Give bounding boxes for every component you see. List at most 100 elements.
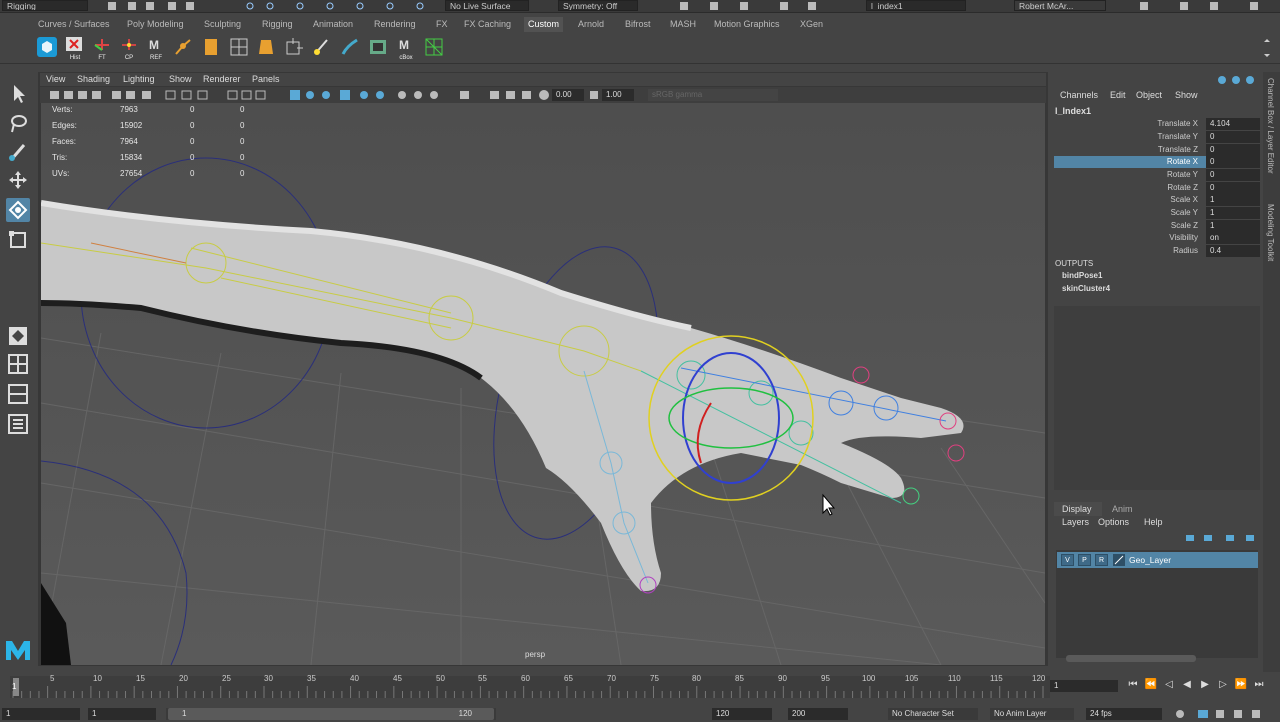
shelf-tab[interactable]: FX <box>436 17 448 32</box>
options-menu[interactable]: Options <box>1098 517 1129 527</box>
channel-box-toggle-icons[interactable] <box>1214 74 1260 86</box>
two-pane-layout-icon[interactable] <box>6 382 30 406</box>
gamma-icon[interactable] <box>588 89 600 101</box>
step-back-key-icon[interactable]: ⏪ <box>1144 678 1158 692</box>
shelf-tab[interactable]: Sculpting <box>204 17 241 32</box>
render-icons[interactable] <box>670 1 830 11</box>
workspace-icons[interactable] <box>1130 1 1270 11</box>
four-pane-layout-icon[interactable] <box>6 352 30 376</box>
attr-radius[interactable]: Radius 0.4 <box>1054 245 1260 257</box>
layer-color-swatch-icon[interactable] <box>1113 554 1125 566</box>
exposure-field[interactable]: 0.00 <box>552 89 584 101</box>
shelf-tab[interactable]: XGen <box>800 17 823 32</box>
shelf-tab[interactable]: FX Caching <box>464 17 511 32</box>
range-slider-handle[interactable]: 1 120 <box>168 708 494 720</box>
viewport-toolbar-icons[interactable] <box>46 89 536 101</box>
attr-scale-y[interactable]: Scale Y1 <box>1054 207 1260 219</box>
playback-start-field[interactable]: 1 <box>88 708 156 720</box>
animation-end-field[interactable]: 200 <box>788 708 848 720</box>
object-name[interactable]: l_Index1 <box>1055 106 1091 116</box>
move-tool-icon[interactable] <box>6 168 30 192</box>
tab-display[interactable]: Display <box>1054 502 1102 516</box>
anim-layer-dropdown[interactable]: No Anim Layer <box>990 708 1074 720</box>
viewport-3d[interactable] <box>41 103 1045 665</box>
scale-tool-icon[interactable] <box>6 228 30 252</box>
menu-set-dropdown[interactable]: Rigging <box>2 0 88 11</box>
object-name-field[interactable]: l_index1 <box>866 0 966 11</box>
help-menu[interactable]: Help <box>1144 517 1163 527</box>
outliner-layout-icon[interactable] <box>6 412 30 436</box>
shelf-tab[interactable]: Rigging <box>262 17 293 32</box>
attr-rotate-y[interactable]: Rotate Y0 <box>1054 169 1260 181</box>
layer-playback-toggle[interactable]: P <box>1078 554 1091 566</box>
shelf-tab[interactable]: Rendering <box>374 17 416 32</box>
reference-icon[interactable]: M REF <box>145 36 167 61</box>
layer-list-scrollbar[interactable] <box>1066 655 1196 662</box>
hypershade-icon[interactable] <box>367 36 389 58</box>
ik-handle-icon[interactable] <box>283 36 305 58</box>
live-surface-field[interactable]: No Live Surface <box>445 0 529 11</box>
playback-options-icons[interactable] <box>1170 708 1270 720</box>
current-frame-field[interactable]: 1 <box>1050 680 1118 692</box>
attr-visibility[interactable]: Visibility on <box>1054 232 1260 244</box>
freeze-transform-icon[interactable]: FT <box>91 36 113 61</box>
delete-history-icon[interactable]: Hist <box>64 36 86 61</box>
character-set-dropdown[interactable]: No Character Set <box>888 708 978 720</box>
layer-reference-toggle[interactable]: R <box>1095 554 1108 566</box>
shelf-tab[interactable]: Bifrost <box>625 17 651 32</box>
brush-icon[interactable] <box>339 36 361 58</box>
shelf-tab[interactable]: Animation <box>313 17 353 32</box>
viewport-menu-panels[interactable]: Panels <box>252 73 280 86</box>
time-slider-track[interactable] <box>10 676 1050 698</box>
go-to-start-icon[interactable]: ⏮ <box>1126 678 1140 692</box>
maya-cube-icon[interactable] <box>36 36 58 58</box>
layers-menu[interactable]: Layers <box>1062 517 1089 527</box>
layer-name[interactable]: Geo_Layer <box>1129 552 1171 568</box>
attr-scale-z[interactable]: Scale Z1 <box>1054 220 1260 232</box>
viewport-menu-show[interactable]: Show <box>169 73 192 86</box>
attr-translate-z[interactable]: Translate Z0 <box>1054 144 1260 156</box>
selection-mask-icons[interactable] <box>240 1 440 11</box>
viewport-menu-shading[interactable]: Shading <box>77 73 110 86</box>
paint-weights-icon[interactable] <box>311 36 333 58</box>
shelf-options-icon[interactable] <box>1262 39 1272 57</box>
orient-joint-icon[interactable] <box>200 36 222 58</box>
shelf-tab[interactable]: Curves / Surfaces <box>38 17 110 32</box>
uv-editor-icon[interactable] <box>423 36 445 58</box>
symmetry-dropdown[interactable]: Symmetry: Off <box>558 0 638 11</box>
animation-start-field[interactable]: 1 <box>2 708 80 720</box>
paint-select-icon[interactable] <box>6 140 30 164</box>
output-node[interactable]: bindPose1 <box>1062 271 1102 280</box>
layer-row-geo[interactable]: V P R Geo_Layer <box>1057 552 1258 568</box>
step-back-frame-icon[interactable]: ◁ <box>1162 678 1176 692</box>
cbox-icon[interactable]: M cBox <box>395 36 417 61</box>
step-forward-key-icon[interactable]: ⏩ <box>1234 678 1248 692</box>
object-menu[interactable]: Object <box>1136 90 1162 100</box>
channel-box-side-tab[interactable]: Channel Box / Layer Editor <box>1266 78 1275 174</box>
gamma-field[interactable]: 1.00 <box>602 89 634 101</box>
playback-end-field[interactable]: 120 <box>712 708 772 720</box>
shelf-tab-active[interactable]: Custom <box>524 17 564 32</box>
play-forwards-icon[interactable]: ▶ <box>1198 678 1212 692</box>
tab-anim[interactable]: Anim <box>1112 502 1133 516</box>
exposure-icon[interactable] <box>538 89 550 101</box>
center-pivot-icon[interactable]: CP <box>118 36 140 61</box>
skin-bind-icon[interactable] <box>255 36 277 58</box>
single-pane-layout-icon[interactable] <box>6 324 30 348</box>
viewport-menu-view[interactable]: View <box>46 73 65 86</box>
attr-scale-x[interactable]: Scale X1 <box>1054 194 1260 206</box>
channels-menu[interactable]: Channels <box>1060 90 1098 100</box>
shelf-tab[interactable]: Arnold <box>578 17 604 32</box>
rotate-tool-icon[interactable] <box>6 198 30 222</box>
attr-translate-y[interactable]: Translate Y0 <box>1054 131 1260 143</box>
layer-action-icons[interactable] <box>1182 532 1260 544</box>
viewport-menu-lighting[interactable]: Lighting <box>123 73 155 86</box>
user-account[interactable]: Robert McAr... <box>1014 0 1106 11</box>
grid-icon[interactable] <box>228 36 250 58</box>
shelf-tab[interactable]: Poly Modeling <box>127 17 184 32</box>
edit-menu[interactable]: Edit <box>1110 90 1126 100</box>
shelf-tab[interactable]: Motion Graphics <box>714 17 780 32</box>
viewport-menu-renderer[interactable]: Renderer <box>203 73 241 86</box>
modeling-toolkit-side-tab[interactable]: Modeling Toolkit <box>1266 204 1275 261</box>
attr-translate-x[interactable]: Translate X 4.104 <box>1054 118 1260 130</box>
